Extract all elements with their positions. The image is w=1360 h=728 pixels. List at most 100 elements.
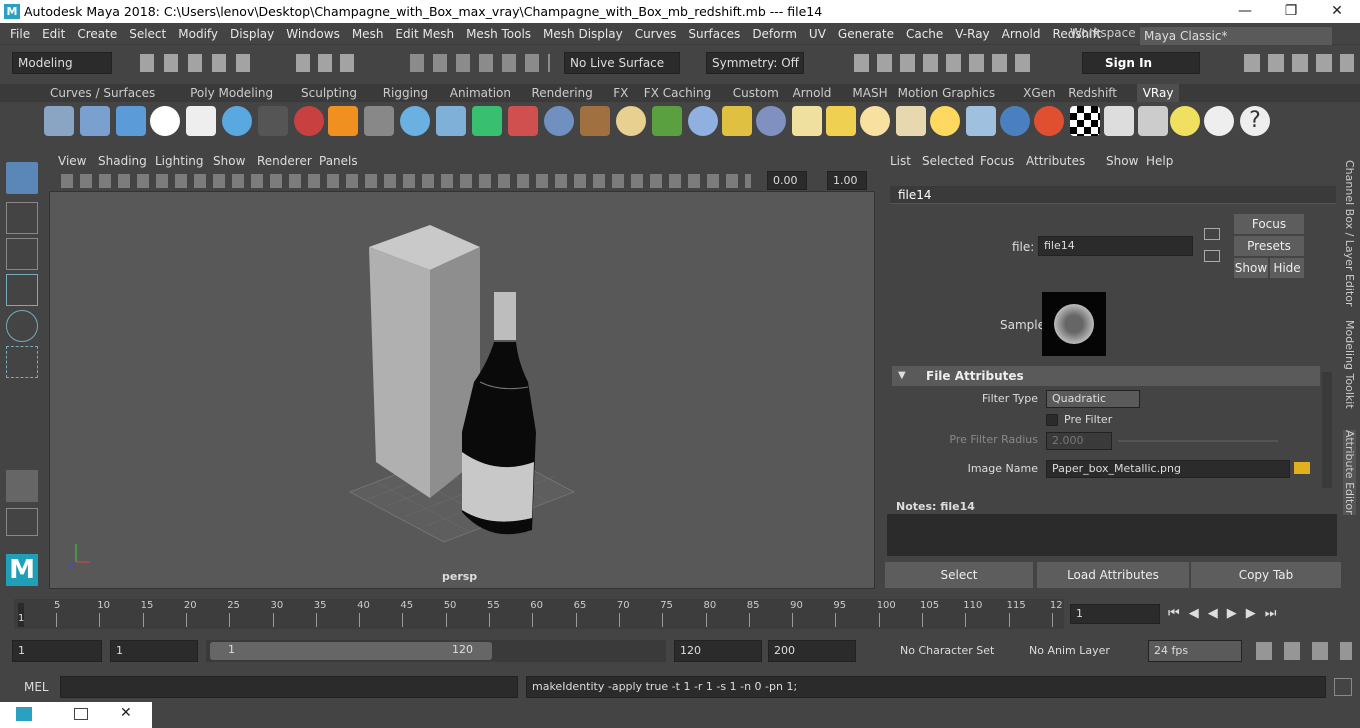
image-name-field[interactable]: Paper_box_Metallic.png [1046, 460, 1290, 478]
viewport-menu-renderer[interactable]: Renderer [257, 154, 312, 168]
viewport-menu-view[interactable]: View [58, 154, 86, 168]
vray-shelf-icon[interactable] [222, 106, 252, 136]
menu-edit[interactable]: Edit [36, 23, 71, 45]
lasso-tool-icon[interactable] [6, 202, 38, 234]
layout-icons[interactable] [1244, 54, 1354, 72]
ae-menu-list[interactable]: List [890, 154, 911, 168]
show-button[interactable]: Show [1234, 258, 1268, 278]
shelf-tab-poly-modeling[interactable]: Poly Modeling [184, 84, 279, 102]
output-connection-icon[interactable] [1204, 250, 1220, 262]
vray-camera-icon[interactable] [258, 106, 288, 136]
selection-mode-icon[interactable] [296, 54, 360, 72]
menu-mesh[interactable]: Mesh [346, 23, 390, 45]
playback-end-field[interactable]: 120 [674, 640, 762, 662]
node-name-field[interactable]: file14 [1038, 236, 1193, 256]
script-editor-icon[interactable] [1334, 678, 1352, 696]
persp-viewport[interactable]: persp [49, 191, 875, 589]
anim-end-field[interactable]: 200 [768, 640, 856, 662]
menu-select[interactable]: Select [123, 23, 172, 45]
menu-file[interactable]: File [4, 23, 36, 45]
vray-shelf-icon[interactable] [116, 106, 146, 136]
shelf-tab-curves-surfaces[interactable]: Curves / Surfaces [44, 84, 161, 102]
menu-deform[interactable]: Deform [746, 23, 803, 45]
vray-light-icon[interactable] [860, 106, 890, 136]
presets-button[interactable]: Presets [1234, 236, 1304, 256]
side-tab-modeling-toolkit[interactable]: Modeling Toolkit [1343, 320, 1356, 409]
side-tab-attribute-editor[interactable]: Attribute Editor [1343, 430, 1356, 515]
vray-shelf-icon[interactable] [966, 106, 996, 136]
anim-layer-dropdown[interactable]: No Anim Layer [1029, 644, 1110, 657]
menu-v-ray[interactable]: V-Ray [949, 23, 995, 45]
ae-menu-focus[interactable]: Focus [980, 154, 1014, 168]
exposure-field[interactable]: 0.00 [767, 171, 807, 190]
select-tool-icon[interactable] [6, 162, 38, 194]
vray-shelf-icon[interactable] [722, 106, 752, 136]
move-tool-icon[interactable] [6, 274, 38, 306]
vray-shelf-icon[interactable] [580, 106, 610, 136]
menu-generate[interactable]: Generate [832, 23, 900, 45]
menu-surfaces[interactable]: Surfaces [682, 23, 746, 45]
workspace-dropdown[interactable]: Maya Classic* [1140, 27, 1332, 45]
vray-shelf-icon[interactable] [436, 106, 466, 136]
shelf-tab-fx-caching[interactable]: FX Caching [638, 84, 717, 102]
time-slider[interactable]: 5 10 15 20 25 30 35 40 45 50 55 60 65 70 75 80 85 90 95 100… [0, 597, 1360, 630]
vray-shelf-icon[interactable] [616, 106, 646, 136]
folder-icon[interactable] [1294, 462, 1310, 474]
load-attributes-button[interactable]: Load Attributes [1037, 562, 1189, 588]
shelf-tab-animation[interactable]: Animation [444, 84, 517, 102]
ae-menu-help[interactable]: Help [1146, 154, 1173, 168]
shelf-tab-rendering[interactable]: Rendering [526, 84, 599, 102]
menu-mesh-tools[interactable]: Mesh Tools [460, 23, 537, 45]
character-set-dropdown[interactable]: No Character Set [900, 644, 994, 657]
minimized-window[interactable]: ✕ [0, 702, 152, 728]
anim-start-field[interactable]: 1 [12, 640, 102, 662]
vray-shelf-icon[interactable] [80, 106, 110, 136]
shelf-tab-redshift[interactable]: Redshift [1062, 84, 1123, 102]
range-slider[interactable]: 1 120 [206, 640, 666, 662]
side-tab-channel-box[interactable]: Channel Box / Layer Editor [1343, 160, 1356, 307]
viewport-menu-show[interactable]: Show [213, 154, 245, 168]
script-lang-label[interactable]: MEL [24, 680, 49, 694]
maximize-button[interactable]: ❐ [1268, 0, 1314, 23]
vray-light-icon[interactable] [792, 106, 822, 136]
layout-quad-icon[interactable] [6, 508, 38, 536]
checker-icon[interactable] [1070, 106, 1100, 136]
layout-single-icon[interactable] [6, 470, 38, 502]
shelf-tab-xgen[interactable]: XGen [1017, 84, 1062, 102]
shelf-tab-fx[interactable]: FX [607, 84, 634, 102]
shelf-tab-sculpting[interactable]: Sculpting [295, 84, 363, 102]
vray-shelf-icon[interactable] [294, 106, 324, 136]
vray-shelf-icon[interactable] [756, 106, 786, 136]
vray-light-icon[interactable] [896, 106, 926, 136]
vray-shelf-icon[interactable] [1104, 106, 1134, 136]
shelf-tab-mash[interactable]: MASH [846, 84, 893, 102]
close-icon[interactable]: ✕ [120, 705, 132, 721]
shelf-tab-motion-graphics[interactable]: Motion Graphics [892, 84, 1002, 102]
vray-shelf-icon[interactable] [1000, 106, 1030, 136]
copy-tab-button[interactable]: Copy Tab [1191, 562, 1341, 588]
viewport-menu-shading[interactable]: Shading [98, 154, 147, 168]
sign-in-button[interactable]: Sign In [1082, 52, 1200, 74]
menu-windows[interactable]: Windows [280, 23, 346, 45]
restore-icon[interactable] [74, 708, 88, 720]
pre-filter-radius-slider[interactable] [1118, 440, 1278, 442]
close-button[interactable]: ✕ [1314, 0, 1360, 23]
help-icon[interactable]: ? [1240, 106, 1270, 136]
scale-tool-icon[interactable] [6, 346, 38, 378]
cloud-icon[interactable] [1204, 106, 1234, 136]
fps-dropdown[interactable]: 24 fps [1148, 640, 1242, 662]
shelf-tab-vray[interactable]: VRay [1136, 84, 1180, 102]
vray-shelf-icon[interactable] [44, 106, 74, 136]
vray-shelf-icon[interactable] [1138, 106, 1168, 136]
filter-type-dropdown[interactable]: Quadratic [1046, 390, 1140, 408]
viewport-tool-icons[interactable] [61, 174, 751, 188]
vray-sun-icon[interactable] [930, 106, 960, 136]
notes-textarea[interactable] [887, 514, 1337, 556]
file-attributes-header[interactable]: ▼ File Attributes [892, 366, 1320, 386]
vray-shelf-icon[interactable] [688, 106, 718, 136]
playback-controls[interactable]: ⏮◀◀▶▶⏭ [1168, 606, 1353, 622]
vray-logo-icon[interactable] [150, 106, 180, 136]
live-surface-field[interactable]: No Live Surface [564, 52, 680, 74]
symmetry-dropdown[interactable]: Symmetry: Off [706, 52, 804, 74]
vray-fur-icon[interactable] [652, 106, 682, 136]
